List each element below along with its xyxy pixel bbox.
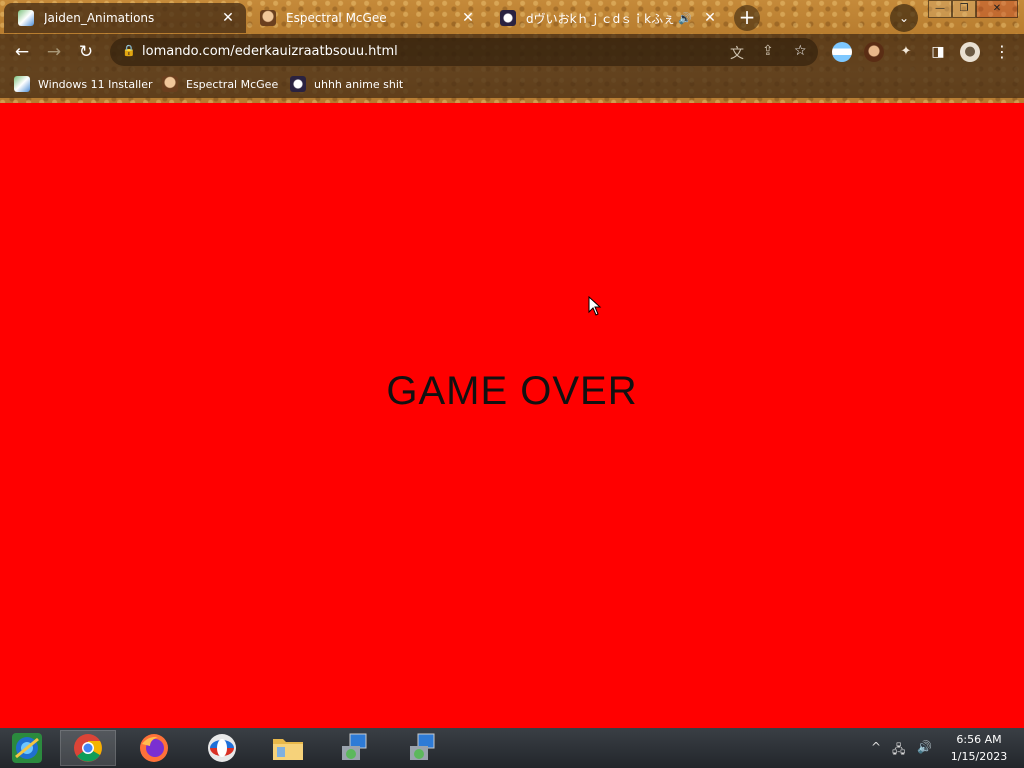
tab-title: dヴいおkｈｊｃdｓｉkふぇ	[526, 11, 676, 26]
bookmark-favicon-icon	[162, 76, 178, 92]
firefox-icon	[140, 734, 168, 762]
bookmark-label: uhhh anime shit	[314, 77, 404, 91]
taskbar: ^ 🖧 🔊 6:56 AM 1/15/2023	[0, 728, 1024, 768]
installer-icon	[342, 733, 367, 760]
menu-icon[interactable]: ⋮	[992, 42, 1012, 62]
tab-jaiden-animations[interactable]: Jaiden_Animations ✕	[4, 3, 246, 33]
back-button[interactable]: ←	[10, 40, 34, 64]
tab-search-icon[interactable]: ⌄	[890, 4, 918, 32]
taskbar-file-explorer[interactable]	[260, 730, 316, 766]
system-clock[interactable]: 6:56 AM 1/15/2023	[946, 731, 1012, 765]
bookmark-windows-11-installer[interactable]: Windows 11 Installer	[14, 75, 153, 93]
tab-strip: Jaiden_Animations ✕ Espectral McGee ✕ dヴ…	[0, 0, 1024, 34]
clock-time: 6:56 AM	[956, 733, 1002, 746]
close-tab-icon[interactable]: ✕	[702, 10, 718, 26]
bookmark-star-icon[interactable]: ☆	[794, 43, 807, 59]
browser-chrome: Jaiden_Animations ✕ Espectral McGee ✕ dヴ…	[0, 0, 1024, 103]
game-over-text: GAME OVER	[386, 369, 638, 413]
mouse-cursor-icon	[588, 296, 602, 316]
taskbar-installer-2[interactable]	[394, 730, 450, 766]
opera-icon	[208, 734, 236, 762]
close-tab-icon[interactable]: ✕	[460, 10, 476, 26]
lock-icon[interactable]: 🔒	[122, 44, 136, 57]
minimize-button[interactable]: —	[928, 0, 952, 18]
bookmark-label: Espectral McGee	[186, 77, 279, 91]
installer-icon	[410, 733, 435, 760]
bookmark-label: Windows 11 Installer	[38, 77, 153, 91]
clock-date: 1/15/2023	[950, 750, 1008, 763]
extension-avatar-icon[interactable]	[864, 42, 884, 62]
extension-flag-icon[interactable]	[832, 42, 852, 62]
bookmarks-bar: Windows 11 Installer Espectral McGee uhh…	[0, 70, 1024, 98]
window-controls: — ❐ ✕	[928, 0, 1018, 18]
translate-icon[interactable]: 文	[730, 43, 744, 63]
show-hidden-icons-arrow[interactable]: ^	[871, 740, 881, 754]
profile-icon[interactable]: ●	[960, 42, 980, 62]
bookmark-favicon-icon	[290, 76, 306, 92]
tab-favicon-icon	[260, 10, 276, 26]
tab-gibberish[interactable]: dヴいおkｈｊｃdｓｉkふぇ 🔊 ✕	[486, 3, 728, 33]
bookmark-favicon-icon	[14, 76, 30, 92]
tab-favicon-icon	[18, 10, 34, 26]
address-bar[interactable]: 🔒 lomando.com/ederkauizraatbsouu.html 文 …	[110, 38, 818, 66]
page-content[interactable]: GAME OVER	[0, 103, 1024, 728]
tab-favicon-icon	[500, 10, 516, 26]
taskbar-firefox[interactable]	[126, 730, 182, 766]
start-button[interactable]	[0, 730, 54, 766]
tab-title: Jaiden_Animations	[44, 11, 155, 25]
close-window-button[interactable]: ✕	[976, 0, 1018, 18]
close-tab-icon[interactable]: ✕	[220, 10, 236, 26]
forward-button[interactable]: →	[42, 40, 66, 64]
folder-icon	[273, 739, 303, 760]
volume-icon[interactable]: 🔊	[917, 740, 932, 754]
maximize-button[interactable]: ❐	[952, 0, 976, 18]
bookmark-anime[interactable]: uhhh anime shit	[290, 75, 403, 93]
network-icon[interactable]: 🖧	[892, 740, 905, 761]
toolbar: ← → ↻ 🔒 lomando.com/ederkauizraatbsouu.h…	[0, 34, 1024, 70]
tab-title: Espectral McGee	[286, 11, 387, 25]
url-text[interactable]: lomando.com/ederkauizraatbsouu.html	[142, 44, 398, 59]
taskbar-chrome[interactable]	[60, 730, 116, 766]
share-icon[interactable]: ⇪	[762, 43, 774, 59]
audio-playing-icon[interactable]: 🔊	[678, 12, 692, 25]
taskbar-opera[interactable]	[194, 730, 250, 766]
extensions-puzzle-icon[interactable]: ✦	[896, 42, 916, 62]
chrome-icon	[74, 734, 102, 762]
start-orb-icon	[12, 733, 42, 763]
tab-espectral-mcgee[interactable]: Espectral McGee ✕	[246, 3, 486, 33]
bookmark-espectral-mcgee[interactable]: Espectral McGee	[162, 75, 278, 93]
reload-button[interactable]: ↻	[74, 40, 98, 64]
side-panel-icon[interactable]: ◨	[928, 42, 948, 62]
new-tab-button[interactable]: +	[734, 5, 760, 31]
taskbar-installer-1[interactable]	[326, 730, 382, 766]
